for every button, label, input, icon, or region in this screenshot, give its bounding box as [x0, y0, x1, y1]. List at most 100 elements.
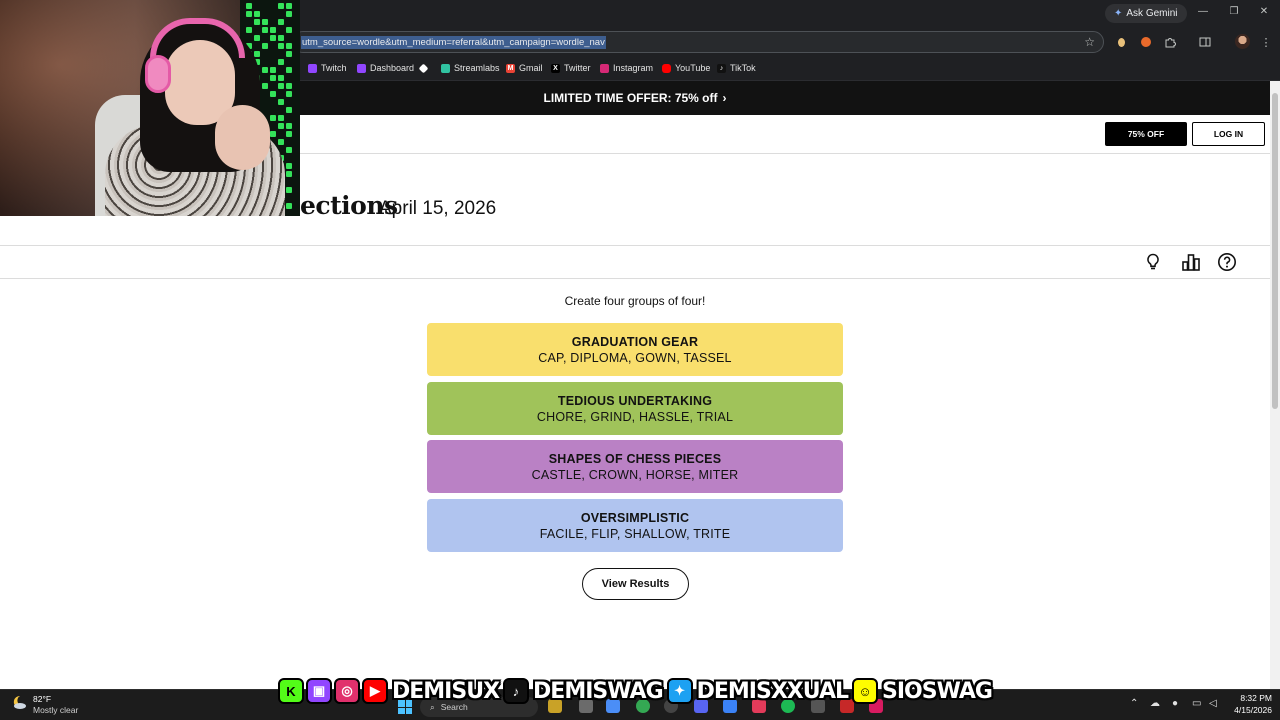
bookmark-instagram[interactable]: Instagram	[600, 61, 653, 75]
instagram-icon	[600, 63, 609, 73]
chevron-up-icon[interactable]: ⌃	[1130, 698, 1138, 709]
group-words: CAP, DIPLOMA, GOWN, TASSEL	[538, 350, 732, 365]
stream-social-banner: K ▣ ◎ ▶ DEMISUX ♪ DEMISWAG ✦ DEMISXXUAL …	[278, 676, 994, 706]
instagram-icon: ◎	[334, 678, 360, 704]
led-dot	[286, 83, 292, 89]
microphone-icon[interactable]: ●	[1172, 698, 1178, 709]
login-button[interactable]: LOG IN	[1192, 122, 1265, 146]
bookmark-tiktok[interactable]: ♪ TikTok	[717, 61, 756, 75]
led-dot	[286, 147, 292, 153]
led-dot	[270, 67, 276, 73]
browser-menu-icon[interactable]: ⋮	[1259, 35, 1273, 49]
bookmark-label: YouTube	[675, 63, 711, 73]
bookmark-site[interactable]	[418, 61, 429, 75]
led-dot	[270, 27, 276, 33]
scrollbar-thumb[interactable]	[1272, 93, 1278, 409]
tiktok-icon: ♪	[717, 63, 726, 73]
bookmark-streamlabs[interactable]: Streamlabs	[441, 61, 500, 75]
page-scrollbar[interactable]	[1270, 81, 1280, 689]
group-title: OVERSIMPLISTIC	[580, 510, 690, 525]
led-dot	[286, 91, 292, 97]
extension-icon[interactable]	[1114, 35, 1128, 49]
bookmark-twitter[interactable]: X Twitter	[551, 61, 591, 75]
bookmark-label: TikTok	[730, 63, 756, 73]
taskbar-time[interactable]: 8:32 PM	[1226, 693, 1272, 703]
hint-lightbulb-icon[interactable]	[1143, 252, 1163, 272]
twitch-icon	[357, 63, 366, 73]
extensions-puzzle-icon[interactable]	[1163, 35, 1177, 49]
minimize-icon[interactable]: —	[1196, 6, 1210, 17]
close-icon[interactable]: ✕	[1257, 6, 1271, 17]
led-dot	[286, 107, 292, 113]
led-dot	[270, 91, 276, 97]
taskbar-date[interactable]: 4/15/2026	[1226, 705, 1272, 715]
group-words: CASTLE, CROWN, HORSE, MITER	[531, 467, 739, 482]
kick-icon: K	[278, 678, 304, 704]
solved-group-green: TEDIOUS UNDERTAKING CHORE, GRIND, HASSLE…	[427, 382, 843, 435]
youtube-icon: ▶	[362, 678, 388, 704]
gmail-icon: M	[506, 63, 515, 73]
bookmark-star-icon[interactable]: ☆	[1084, 35, 1095, 49]
social-handle: DEMISUX	[392, 678, 500, 704]
weather-description[interactable]: Mostly clear	[33, 705, 78, 715]
view-results-button[interactable]: View Results	[582, 568, 689, 600]
led-dot	[270, 35, 276, 41]
address-bar-url[interactable]: utm_source=wordle&utm_medium=referral&ut…	[301, 36, 606, 49]
weather-temperature[interactable]: 82°F	[33, 694, 51, 704]
bookmark-label: Streamlabs	[454, 63, 500, 73]
game-date: April 15, 2026	[379, 198, 497, 219]
divider	[0, 245, 1270, 246]
chevron-right-icon: ›	[722, 91, 727, 105]
profile-avatar[interactable]	[1235, 34, 1250, 49]
divider	[0, 278, 1270, 279]
bookmark-label: Dashboard	[370, 63, 415, 73]
group-title: SHAPES OF CHESS PIECES	[548, 451, 722, 466]
social-handle: SIOSWAG	[882, 678, 993, 704]
led-dot	[286, 203, 292, 209]
led-dot	[270, 75, 276, 81]
led-dot	[262, 19, 268, 25]
headset-icon	[145, 55, 171, 93]
twitch-icon: ▣	[306, 678, 332, 704]
led-dot	[278, 43, 284, 49]
side-panel-icon[interactable]	[1198, 35, 1212, 49]
led-dot	[262, 83, 268, 89]
promo-text: LIMITED TIME OFFER: 75% off	[543, 91, 718, 105]
led-dot	[278, 123, 284, 129]
restore-icon[interactable]: ❐	[1227, 6, 1241, 17]
bookmark-dashboard[interactable]: Dashboard	[357, 61, 414, 75]
offer-button[interactable]: 75% OFF	[1105, 122, 1187, 146]
led-dot	[270, 115, 276, 121]
social-handle: DEMISXXUAL	[696, 678, 849, 704]
weather-moon-icon[interactable]	[11, 694, 27, 710]
led-dot	[254, 51, 260, 57]
led-dot	[278, 59, 284, 65]
bookmark-twitch[interactable]: Twitch	[308, 61, 347, 75]
onedrive-icon[interactable]: ☁	[1150, 698, 1160, 709]
address-bar[interactable]: utm_source=wordle&utm_medium=referral&ut…	[292, 31, 1104, 53]
led-dot	[278, 139, 284, 145]
network-icon[interactable]: ▭	[1192, 698, 1201, 709]
bookmark-gmail[interactable]: M Gmail	[506, 61, 543, 75]
bookmark-label: Twitch	[321, 63, 347, 73]
bookmark-label: Gmail	[519, 63, 543, 73]
led-dot	[278, 115, 284, 121]
bookmark-label: Instagram	[613, 63, 654, 73]
led-dot	[254, 11, 260, 17]
led-dot	[286, 3, 292, 9]
help-question-icon[interactable]	[1217, 252, 1237, 272]
solved-group-purple: SHAPES OF CHESS PIECES CASTLE, CROWN, HO…	[427, 440, 843, 493]
volume-icon[interactable]: ◁	[1209, 698, 1217, 709]
bookmark-youtube[interactable]: YouTube	[662, 61, 710, 75]
diamond-icon	[418, 63, 429, 73]
social-handle: DEMISWAG	[533, 678, 664, 704]
solved-group-blue: OVERSIMPLISTIC FACILE, FLIP, SHALLOW, TR…	[427, 499, 843, 552]
stats-chart-icon[interactable]	[1181, 252, 1201, 272]
led-dot	[278, 75, 284, 81]
ask-gemini-button[interactable]: ✦ Ask Gemini	[1105, 4, 1187, 23]
led-dot	[278, 99, 284, 105]
led-dot	[286, 187, 292, 193]
solved-group-yellow: GRADUATION GEAR CAP, DIPLOMA, GOWN, TASS…	[427, 323, 843, 376]
extension-icon[interactable]	[1139, 35, 1153, 49]
led-dot	[246, 27, 252, 33]
